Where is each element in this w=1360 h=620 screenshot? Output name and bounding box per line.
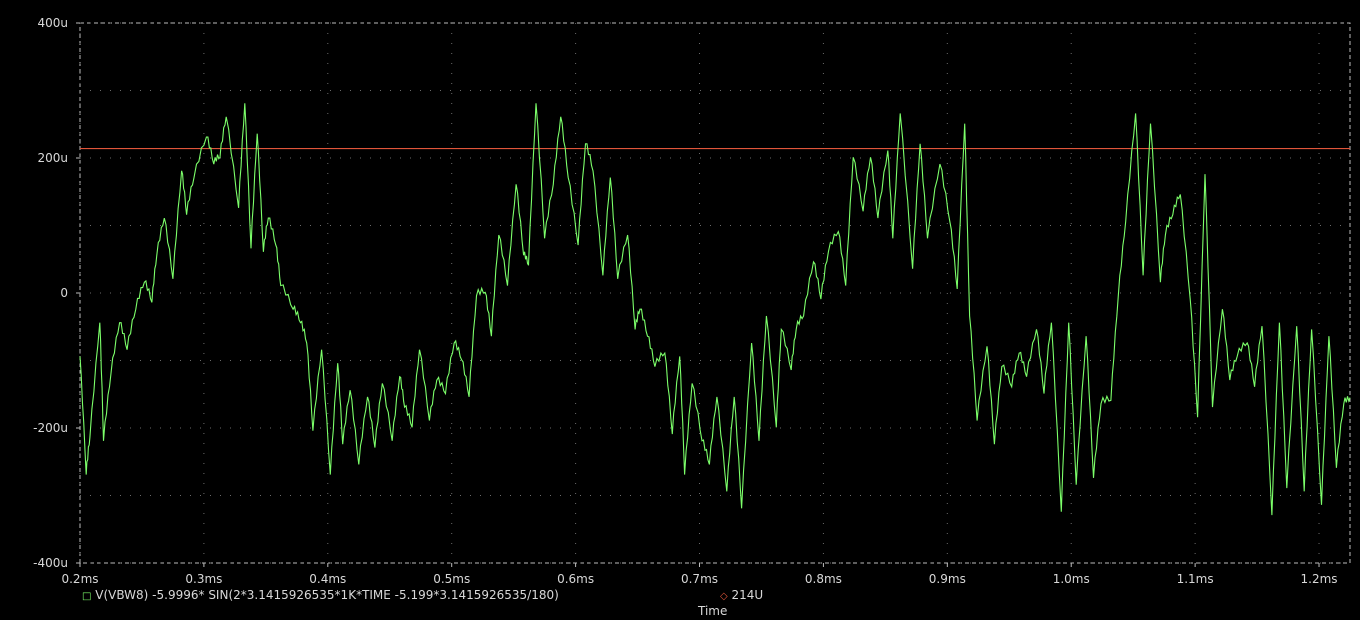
y-tick-label: 400u [37, 16, 68, 30]
x-tick-label: 1.2ms [1301, 572, 1338, 586]
waveform-plot: 0.2ms 0.3ms 0.4ms 0.5ms 0.6ms 0.7ms 0.8ms 0.9ms… [33, 16, 1351, 586]
square-marker-icon: □ [82, 591, 92, 602]
x-tick-label: 1.1ms [1177, 572, 1214, 586]
grid [79, 22, 1351, 564]
x-tick-label: 0.9ms [929, 572, 966, 586]
x-tick-label: 0.3ms [185, 572, 222, 586]
x-tick-label: 0.6ms [557, 572, 594, 586]
series-layer [79, 103, 1351, 516]
y-tick-label: -400u [33, 556, 68, 570]
legend-label-series-2: 214U [731, 588, 764, 602]
diamond-marker-icon: ◇ [720, 591, 728, 602]
x-tick-label: 1.0ms [1053, 572, 1090, 586]
x-axis-label: Time [698, 604, 728, 618]
x-tick-label: 0.5ms [433, 572, 470, 586]
tick-labels: 0.2ms 0.3ms 0.4ms 0.5ms 0.6ms 0.7ms 0.8ms 0.9ms… [33, 16, 1337, 586]
series-vbw8-line [79, 103, 1351, 516]
x-tick-label: 0.2ms [61, 572, 98, 586]
y-tick-label: -200u [33, 421, 68, 435]
y-tick-label: 200u [37, 151, 68, 165]
legend-label-series-1: V(VBW8) -5.9996* SIN(2*3.1415926535*1K*T… [95, 588, 559, 602]
x-tick-label: 0.8ms [805, 572, 842, 586]
x-tick-label: 0.7ms [681, 572, 718, 586]
legend-series-1: □ V(VBW8) -5.9996* SIN(2*3.1415926535*1K… [82, 588, 559, 602]
legend-series-2: ◇ 214U [720, 588, 763, 602]
y-tick-label: 0 [60, 286, 68, 300]
x-tick-label: 0.4ms [309, 572, 346, 586]
